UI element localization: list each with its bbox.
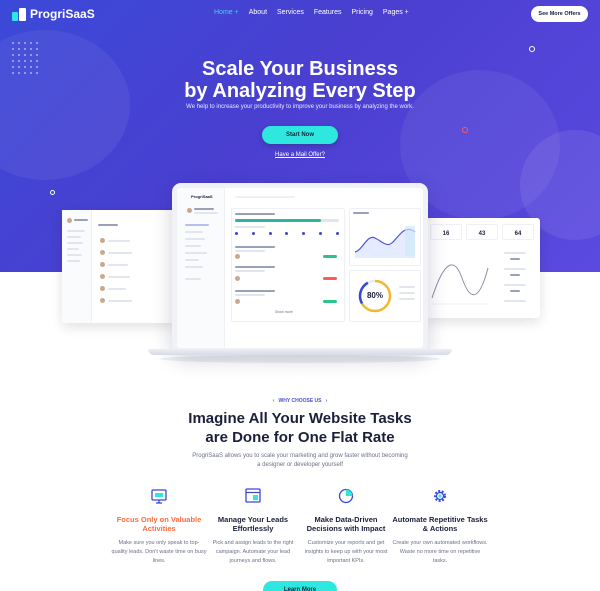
main-menu: Home + About Services Features Pricing P…: [214, 9, 409, 16]
brand-name: ProgriSaaS: [30, 7, 95, 21]
logo-icon: [12, 7, 26, 21]
dashboard-brand: ProgriSaaS: [191, 194, 213, 199]
stat-box-1: 16: [430, 224, 462, 240]
page: ProgriSaaS Home + About Services Feature…: [0, 0, 600, 591]
monitor-icon: [150, 487, 168, 505]
hero-title-line1: Scale Your Business: [201, 58, 398, 80]
feature-card-3: Make Data-Driven Decisions with Impact C…: [298, 487, 394, 566]
dashboard-preview-right: 16 43 64: [426, 218, 540, 318]
feature-description: Create your own automated workflows. Was…: [392, 540, 488, 564]
decor-ring-white: [529, 46, 535, 52]
nav-pages[interactable]: Pages +: [383, 9, 409, 16]
nav-home[interactable]: Home +: [214, 9, 239, 16]
decor-ring-red: [462, 127, 468, 133]
eyebrow-chevron-left-icon: ‹: [272, 398, 275, 404]
stat-box-3: 64: [502, 224, 534, 240]
pie-chart-icon: [337, 487, 355, 505]
top-nav: ProgriSaaS Home + About Services Feature…: [0, 0, 600, 30]
learn-more-button[interactable]: Learn More: [263, 581, 337, 591]
nav-about[interactable]: About: [249, 9, 267, 16]
hero-title-line2: by Analyzing Every Step: [184, 80, 416, 102]
nav-pricing[interactable]: Pricing: [351, 9, 372, 16]
section-description: ProgriSaaS allows you to scale your mark…: [192, 453, 408, 468]
eyebrow-chevron-right-icon: ›: [325, 398, 328, 404]
sales-line-chart: [354, 226, 416, 258]
feature-card-4: Automate Repetitive Tasks & Actions Crea…: [392, 487, 488, 566]
stat-box-2: 43: [466, 224, 498, 240]
feature-title: Manage Your Leads Effortlessly: [217, 515, 289, 533]
feature-description: Customize your reports and get insights …: [304, 540, 388, 564]
hero-subtitle: We help to increase your productivity to…: [186, 104, 414, 110]
decor-ring-small: [50, 190, 55, 195]
browser-icon: [244, 487, 262, 505]
laptop-mockup: ProgriSaaS Show more 80%: [172, 183, 428, 353]
feature-description: Pick and assign leads to the right campa…: [212, 540, 294, 564]
mini-line-chart: [431, 264, 489, 305]
feature-card-2: Manage Your Leads Effortlessly Pick and …: [205, 487, 301, 566]
nav-services[interactable]: Services: [277, 9, 304, 16]
show-more-button[interactable]: Show more: [275, 310, 293, 314]
see-more-offers-button[interactable]: See More Offers: [531, 6, 588, 22]
progress-value: 80%: [366, 291, 383, 300]
section-title-line1: Imagine All Your Website Tasks: [188, 410, 412, 427]
feature-card-1: Focus Only on Valuable Activities Make s…: [111, 487, 207, 566]
feature-title: Make Data-Driven Decisions with Impact: [306, 515, 386, 533]
section-eyebrow: ‹ WHY CHOOSE US ›: [272, 398, 328, 404]
mail-offer-link[interactable]: Have a Mail Offer?: [0, 152, 600, 158]
dashboard-preview-left: [62, 210, 174, 323]
feature-description: Make sure you only speak to top-quality …: [111, 540, 207, 564]
gear-icon: [431, 487, 449, 505]
start-now-button[interactable]: Start Now: [262, 126, 338, 144]
feature-title: Focus Only on Valuable Activities: [116, 515, 202, 533]
nav-features[interactable]: Features: [314, 9, 342, 16]
section-title-line2: are Done for One Flat Rate: [205, 429, 395, 446]
feature-title: Automate Repetitive Tasks & Actions: [392, 515, 488, 533]
brand-logo[interactable]: ProgriSaaS: [12, 7, 95, 21]
